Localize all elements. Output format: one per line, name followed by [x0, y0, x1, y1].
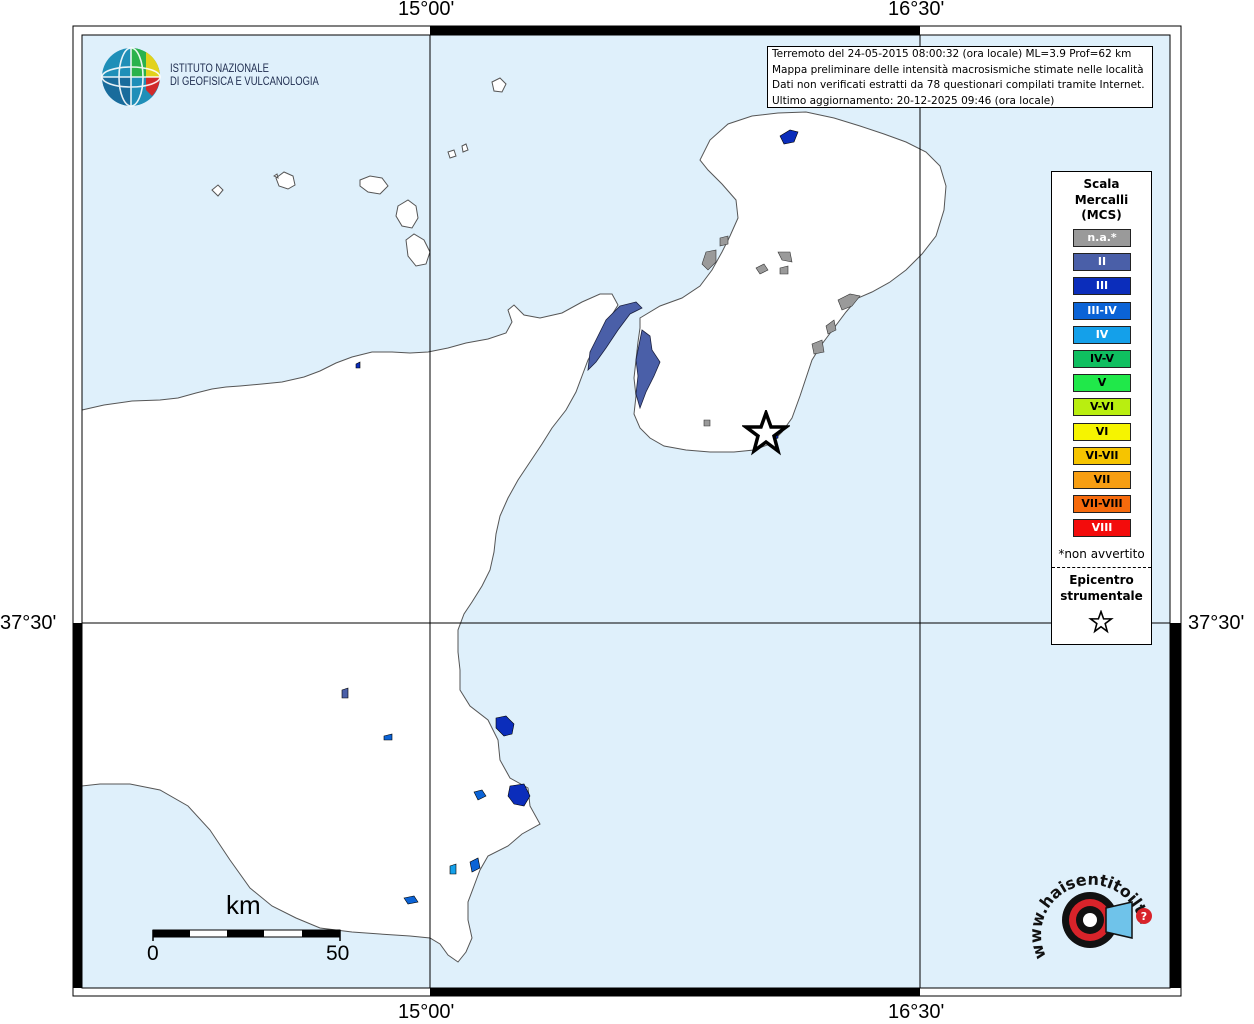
- lon-label-bottom-right: 16°30': [888, 1001, 945, 1023]
- frame-top-black: [430, 26, 920, 35]
- legend-swatch: III-IV: [1073, 301, 1131, 320]
- scale-unit: km: [226, 890, 261, 920]
- legend-title-line: Scala: [1083, 177, 1120, 191]
- legend-swatch: III: [1073, 277, 1131, 296]
- hst-logo: www.haisentitoilterremoto.it ?: [1020, 847, 1158, 982]
- legend-title-line: Mercalli: [1074, 192, 1129, 207]
- ingv-globe-icon: [101, 47, 161, 107]
- epicenter-star-icon: [742, 410, 790, 456]
- scale-start-label: 0: [147, 942, 159, 965]
- legend-title: Scala Mercalli (MCS): [1052, 177, 1151, 224]
- event-info-line: Ultimo aggiornamento: 20-12-2025 09:46 (…: [772, 94, 1055, 107]
- legend-title-line: (MCS): [1081, 208, 1122, 222]
- legend-swatch: n.a.*: [1073, 229, 1131, 247]
- ingv-logo-line: DI GEOFISICA E VULCANOLOGIA: [170, 76, 319, 88]
- legend-na-note: *non avvertito: [1058, 547, 1145, 561]
- event-info-box: Terremoto del 24-05-2015 08:00:32 (ora l…: [767, 46, 1153, 108]
- event-info-line: Mappa preliminare delle intensità macros…: [772, 63, 1144, 76]
- frame-left-black: [73, 623, 82, 988]
- hst-question-mark: ?: [1141, 910, 1147, 923]
- legend-epicenter-label: Epicentro strumentale: [1052, 573, 1151, 604]
- legend-swatch: VI: [1073, 422, 1131, 441]
- lat-label-left: 37°30': [0, 612, 57, 634]
- event-info-line: Dati non verificati estratti da 78 quest…: [772, 79, 1145, 91]
- legend-swatch: IV-V: [1073, 350, 1131, 368]
- frame-right-black: [1170, 623, 1181, 988]
- legend-divider: [1052, 567, 1151, 568]
- legend-swatch: V: [1073, 374, 1131, 393]
- hst-target-icon: www.haisentitoilterremoto.it ?: [1020, 847, 1155, 962]
- ingv-logo: ISTITUTO NAZIONALE DI GEOFISICA E VULCAN…: [100, 46, 330, 110]
- legend-epicenter-line: Epicentro: [1069, 573, 1134, 587]
- lon-label-top-right: 16°30': [888, 0, 945, 20]
- frame-bottom-black: [430, 988, 920, 996]
- intensity-legend: Scala Mercalli (MCS) n.a.* II III III-IV IV I…: [1051, 171, 1152, 645]
- ingv-logo-line: ISTITUTO NAZIONALE: [170, 63, 269, 75]
- ingv-logo-text: ISTITUTO NAZIONALE DI GEOFISICA E VULCAN…: [170, 63, 319, 89]
- lon-label-top-left: 15°00': [398, 0, 455, 20]
- legend-epicenter-line: strumentale: [1060, 588, 1143, 603]
- legend-swatch: VII: [1073, 471, 1131, 489]
- intensity-area-ii-sicily-1: [341, 687, 349, 699]
- intensity-area-iv-4: [449, 863, 457, 875]
- legend-swatch: VI-VII: [1073, 446, 1131, 465]
- legend-swatch: II: [1073, 253, 1131, 272]
- event-info-line: Terremoto del 24-05-2015 08:00:32 (ora l…: [772, 48, 1132, 60]
- lat-label-right: 37°30': [1188, 612, 1245, 634]
- scale-bar: km 0 50: [147, 890, 350, 980]
- lon-label-bottom-left: 15°00': [398, 1001, 455, 1023]
- legend-swatch: V-VI: [1073, 398, 1131, 417]
- legend-swatch: VIII: [1073, 519, 1131, 538]
- island-panarea: [447, 149, 457, 159]
- legend-swatch: IV: [1073, 325, 1131, 344]
- intensity-area-gray-9: [703, 419, 711, 427]
- legend-swatch: VII-VIII: [1073, 495, 1131, 514]
- scale-end-label: 50: [326, 942, 350, 965]
- intensity-area-gray-2: [719, 235, 729, 247]
- scale-bar-graphic: [152, 929, 341, 941]
- legend-star-icon: [1088, 610, 1114, 634]
